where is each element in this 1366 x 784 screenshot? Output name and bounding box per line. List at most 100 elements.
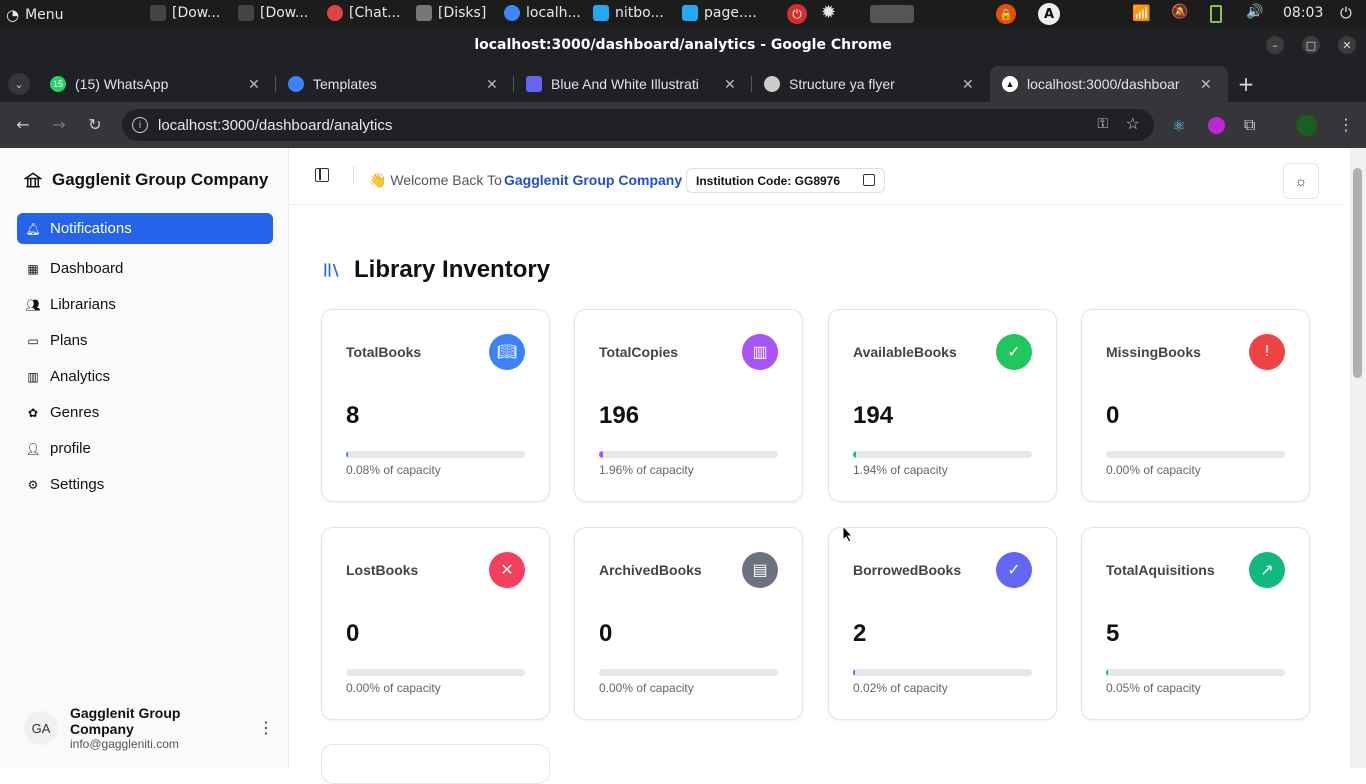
theme-toggle-button[interactable]: ☼ [1283,163,1319,199]
taskbar-item[interactable]: page.... [682,5,762,21]
folder-icon [238,5,254,21]
disks-icon [416,5,432,21]
forward-icon[interactable]: → [41,115,77,134]
kebab-menu-icon[interactable]: ⋮ [1338,115,1354,134]
landmark-icon [24,172,42,188]
close-button[interactable]: ✕ [1338,36,1356,54]
stat-label: BorrowedBooks [853,562,962,578]
tab-localhost[interactable]: ▲ localhost:3000/dashboar ✕ [990,66,1228,102]
stat-card-totalaquisitions: TotalAquisitions ↗ 5 0.05% of capacity [1081,527,1310,720]
taskbar-item[interactable]: [Disks] [416,5,496,21]
stat-value: 5 [1106,620,1120,647]
close-icon[interactable]: ✕ [248,76,264,93]
stat-value: 8 [346,402,360,429]
library-icon [324,263,339,277]
os-menu-button[interactable]: ◔ Menu [6,6,64,24]
stat-label: MissingBooks [1106,344,1201,360]
institution-code: Institution Code: GG8976 [696,173,841,188]
reload-icon[interactable]: ↻ [77,115,113,134]
sidebar-item-profile[interactable]: 👤︎ profile [17,433,273,464]
tray-app-icon[interactable] [870,5,914,23]
sidebar-item-plans[interactable]: ▭ Plans [17,325,273,356]
url-text: localhost:3000/dashboard/analytics [158,116,393,134]
power-icon[interactable]: ⏻ [787,4,807,24]
tab-label: Structure ya flyer [789,76,895,92]
sidebar-item-analytics[interactable]: ▥ Analytics [17,361,273,392]
page-heading: Library Inventory [322,256,550,284]
extension-icon[interactable] [1208,117,1225,134]
close-icon[interactable]: ✕ [1200,76,1216,93]
whatsapp-icon: 15 [50,76,66,92]
tab-structure-flyer[interactable]: Structure ya flyer ✕ [752,66,990,102]
canva-icon [288,76,304,92]
archive-icon: ▤ [742,552,778,588]
menu-logo-icon: ◔ [6,6,20,24]
capacity-bar-fill [853,451,857,458]
tab-templates[interactable]: Templates ✕ [276,66,514,102]
mouse-cursor-icon [842,525,854,543]
sidebar-toggle-icon[interactable] [315,168,329,182]
stat-label: AvailableBooks [853,344,957,360]
capacity-caption: 0.00% of capacity [1106,463,1201,477]
battery-icon[interactable] [1210,5,1222,23]
tab-whatsapp[interactable]: 15 (15) WhatsApp ✕ [38,66,276,102]
stat-card-availablebooks: AvailableBooks ✓ 194 1.94% of capacity [828,309,1057,502]
welcome-text: 👋 Welcome Back To [369,172,502,188]
brand[interactable]: Gagglenit Group Company [24,170,268,190]
sidebar-item-settings[interactable]: ⚙ Settings [17,469,273,500]
notifications-off-icon[interactable]: 🔕 [1171,4,1188,20]
profile-avatar[interactable] [1296,115,1317,136]
vscode-icon [593,5,609,21]
react-devtools-icon[interactable]: ⚛ [1172,117,1185,135]
tab-search-button[interactable]: ⌄ [0,66,38,102]
taskbar-item[interactable]: [Chat... [327,5,407,21]
taskbar-item[interactable]: [Dow... [238,5,318,21]
sidebar-item-librarians[interactable]: 👥︎ Librarians [17,289,273,320]
scrollbar-thumb[interactable] [1353,168,1362,378]
taskbar-item[interactable]: [Dow... [150,5,230,21]
capacity-bar [599,451,778,458]
address-bar[interactable]: i localhost:3000/dashboard/analytics ⚿ ☆ [122,109,1154,141]
tab-label: Templates [313,76,377,92]
copy-icon[interactable] [863,174,875,186]
tab-blue-white[interactable]: Blue And White Illustrati ✕ [514,66,752,102]
vscode-icon [682,5,698,21]
capacity-bar [346,669,525,676]
maximize-button[interactable]: □ [1302,36,1320,54]
new-tab-button[interactable]: + [1228,66,1264,102]
close-icon[interactable]: ✕ [962,76,978,93]
close-icon[interactable]: ✕ [486,76,502,93]
taskbar-item[interactable]: nitbo... [593,5,673,21]
more-vertical-icon[interactable]: ⋮ [258,718,274,738]
close-icon[interactable]: ✕ [724,76,740,93]
bar-chart-icon: ▥ [27,369,39,384]
welcome-company: Gagglenit Group Company [504,172,683,188]
user-menu[interactable]: GA Gagglenit Group Company info@gaggleni… [24,705,274,751]
a-tray-icon[interactable]: A [1038,3,1060,25]
stat-card-totalcopies: TotalCopies ▥ 196 1.96% of capacity [574,309,803,502]
heart-icon [526,76,542,92]
sidebar-item-notifications[interactable]: 🔔︎ Notifications [17,213,273,244]
window-title: localhost:3000/dashboard/analytics - Goo… [474,37,892,53]
brightness-icon[interactable]: ✹ [821,2,836,23]
site-info-icon[interactable]: i [132,117,148,133]
star-icon[interactable]: ☆ [1126,114,1140,134]
sidebar: Gagglenit Group Company 🔔︎ Notifications … [0,148,289,768]
sidebar-item-genres[interactable]: ✿ Genres [17,397,273,428]
page-scrollbar[interactable] [1350,148,1366,768]
sidebar-item-dashboard[interactable]: ▦ Dashboard [17,253,273,284]
volume-icon[interactable]: 🔊 [1246,4,1263,20]
wifi-icon[interactable]: 📶 [1132,4,1151,22]
minimize-button[interactable]: – [1266,36,1284,54]
stat-value: 0 [1106,402,1120,429]
taskbar-item[interactable]: localh... [504,5,586,21]
clock[interactable]: 08:03 [1283,5,1323,21]
back-icon[interactable]: ← [5,115,41,134]
puzzle-icon[interactable]: ⧉ [1244,115,1255,135]
stat-value: 0 [599,620,613,647]
lock-tray-icon[interactable]: 🔒 [996,4,1016,24]
stat-value: 194 [853,402,894,429]
power-menu-icon[interactable]: ⏻ [1340,4,1352,22]
key-icon[interactable]: ⚿ [1097,115,1108,132]
folder-icon [150,5,166,21]
